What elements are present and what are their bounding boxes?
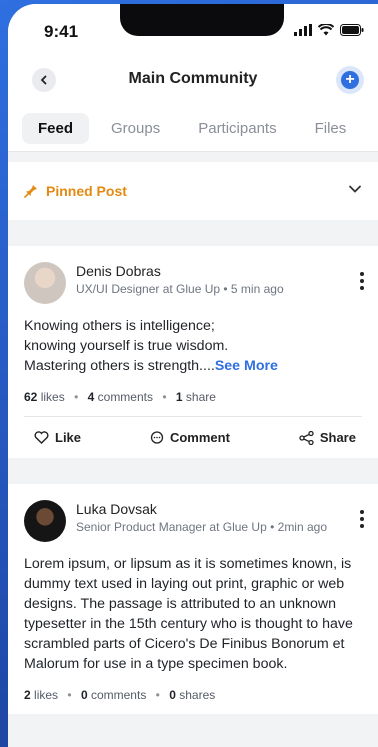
shares-label: share xyxy=(185,390,216,404)
spacer xyxy=(8,458,378,484)
status-icons xyxy=(294,24,364,36)
more-options-icon[interactable] xyxy=(360,272,364,290)
share-label: Share xyxy=(319,430,356,445)
post-text-line: Mastering others is strength.... xyxy=(24,358,215,374)
notch xyxy=(120,4,284,36)
post-text-line: Knowing others is intelligence; xyxy=(24,318,215,334)
share-icon xyxy=(299,430,314,445)
page-title: Main Community xyxy=(128,70,258,87)
tab-participants[interactable]: Participants xyxy=(182,113,292,144)
signal-icon xyxy=(294,24,312,36)
likes-count: 62 xyxy=(24,390,38,404)
post-text-line: knowing yourself is true wisdom. xyxy=(24,338,229,354)
post-actions: Like Comment Share xyxy=(24,416,362,458)
tab-bar: Feed Groups Participants Files xyxy=(8,106,378,152)
wifi-icon xyxy=(318,24,334,36)
plus-icon: + xyxy=(341,71,359,89)
comment-button[interactable]: Comment xyxy=(150,430,230,445)
post-stats: 2 likes • 0 comments • 0 shares xyxy=(24,688,216,702)
comments-label: comments xyxy=(97,390,153,404)
share-button[interactable]: Share xyxy=(299,430,356,445)
comments-label: comments xyxy=(90,688,147,702)
author-subtitle: Senior Product Manager at Glue Up • 2min… xyxy=(76,520,328,534)
tab-files[interactable]: Files xyxy=(299,113,363,144)
comment-icon xyxy=(150,430,164,444)
post-card: Luka Dovsak Senior Product Manager at Gl… xyxy=(8,484,378,714)
spacer xyxy=(8,152,378,162)
comments-count: 0 xyxy=(80,688,88,702)
post-card: Denis Dobras UX/UI Designer at Glue Up •… xyxy=(8,246,378,458)
status-bar: 9:41 xyxy=(8,4,378,54)
pinned-post-bar[interactable]: Pinned Post xyxy=(8,162,378,220)
spacer xyxy=(8,220,378,246)
status-time: 9:41 xyxy=(44,22,79,41)
chevron-down-icon[interactable] xyxy=(348,184,362,194)
shares-count: 0 xyxy=(169,688,176,702)
pin-icon xyxy=(24,185,37,198)
see-more-link[interactable]: See More xyxy=(215,358,278,374)
author-name[interactable]: Luka Dovsak xyxy=(76,500,327,518)
pinned-post-label: Pinned Post xyxy=(46,183,127,199)
author-name[interactable]: Denis Dobras xyxy=(76,262,284,280)
post-text: Lorem ipsum, or lipsum as it is sometime… xyxy=(24,556,353,672)
likes-label: likes xyxy=(40,390,65,404)
comment-label: Comment xyxy=(169,430,230,445)
like-button[interactable]: Like xyxy=(34,430,81,445)
post-header: Denis Dobras UX/UI Designer at Glue Up •… xyxy=(24,262,362,304)
top-nav: Main Community + xyxy=(8,54,378,106)
avatar[interactable] xyxy=(24,500,66,542)
tab-groups[interactable]: Groups xyxy=(95,113,176,144)
heart-icon xyxy=(34,431,49,444)
tab-feed[interactable]: Feed xyxy=(22,113,90,144)
likes-count: 2 xyxy=(24,688,31,702)
post-stats: 62 likes • 4 comments • 1 share xyxy=(24,390,216,404)
phone-screen: 9:41 Main Community + Feed Groups Partic… xyxy=(8,4,378,747)
more-options-icon[interactable] xyxy=(360,510,364,528)
avatar[interactable] xyxy=(24,262,66,304)
post-header: Luka Dovsak Senior Product Manager at Gl… xyxy=(24,500,362,542)
shares-count: 1 xyxy=(175,390,183,404)
likes-label: likes xyxy=(34,688,59,702)
comments-count: 4 xyxy=(87,390,95,404)
like-label: Like xyxy=(55,430,82,445)
post-text: Knowing others is intelligence; knowing … xyxy=(24,316,362,376)
add-button[interactable]: + xyxy=(336,66,364,94)
author-subtitle: UX/UI Designer at Glue Up • 5 min ago xyxy=(76,282,284,296)
battery-icon xyxy=(340,24,364,36)
shares-label: shares xyxy=(179,688,216,702)
